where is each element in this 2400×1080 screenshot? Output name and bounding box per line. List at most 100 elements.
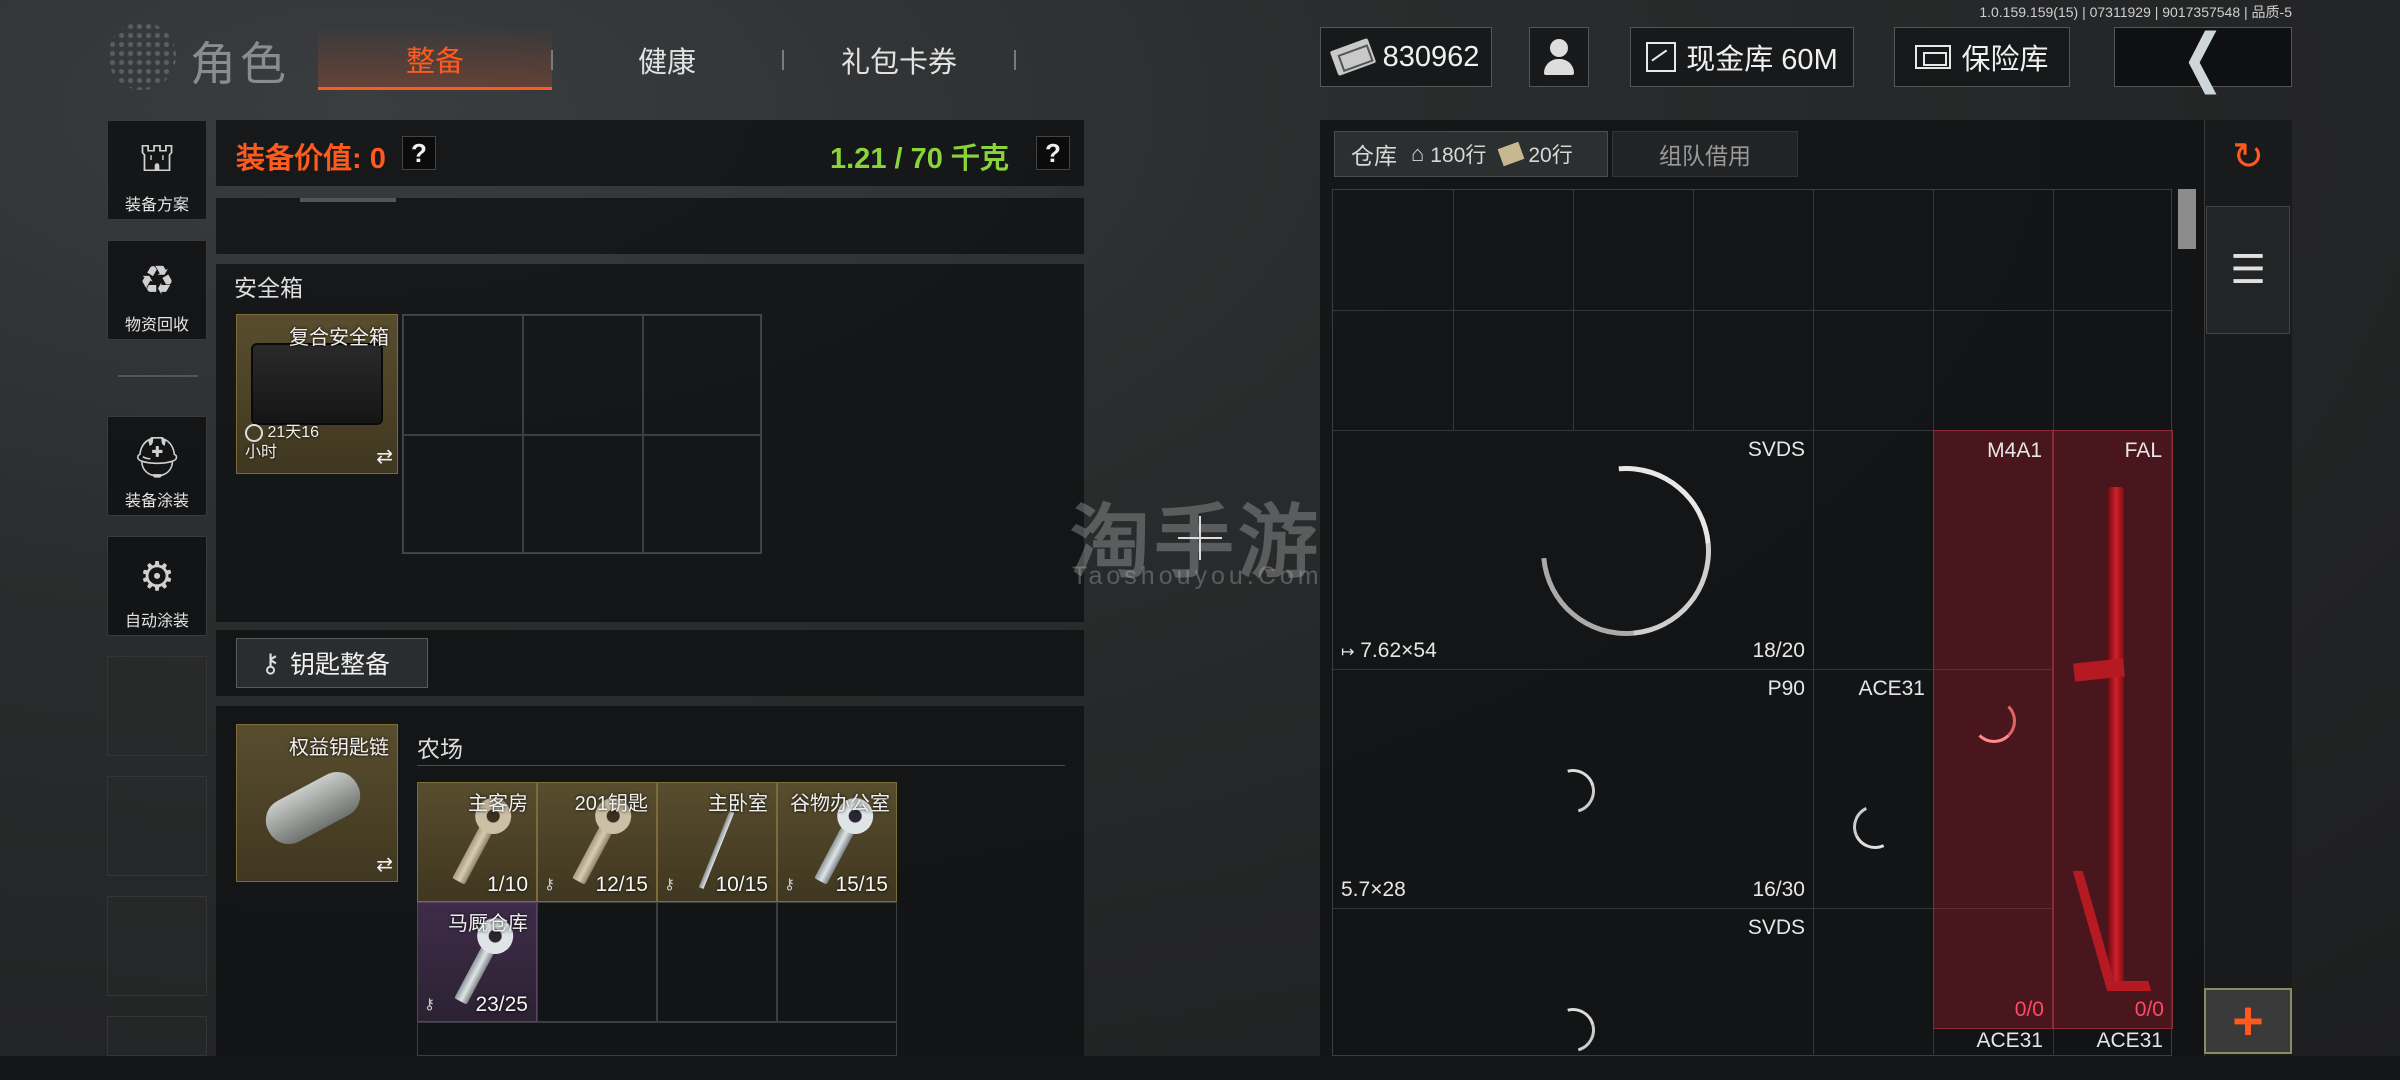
safe-box-icon	[251, 343, 383, 425]
add-button[interactable]: +	[2204, 988, 2292, 1054]
swap-icon[interactable]: ⇄	[376, 852, 393, 877]
grid-slot[interactable]	[403, 435, 523, 553]
key-name: 马厩仓库	[448, 913, 528, 935]
cash-vault-button[interactable]: 现金库 60M	[1630, 27, 1854, 87]
warehouse-item-unavailable[interactable]: FAL 0/0	[2053, 430, 2173, 1029]
key-name: 主客房	[468, 793, 528, 815]
warehouse-item-unavailable[interactable]: M4A1 0/0	[1933, 430, 2053, 1029]
grid-slot[interactable]	[777, 902, 897, 1022]
warehouse-item[interactable]: ACE31	[2053, 1029, 2173, 1057]
weapon-name: ACE31	[1976, 1029, 2043, 1052]
item-name: 权益钥匙链	[289, 737, 389, 759]
key-loadout-button[interactable]: ⚷ 钥匙整备	[236, 638, 428, 688]
grid-slot[interactable]	[523, 315, 643, 435]
sidebar-item-auto-paint[interactable]: ⚙ 自动涂装	[107, 536, 207, 636]
key-item[interactable]: 201钥匙 ⚷ 12/15	[537, 782, 657, 902]
sidebar-item-loadout-plans[interactable]: ⛫ 装备方案	[107, 120, 207, 220]
grid-slot[interactable]	[537, 902, 657, 1022]
stack-refresh-icon[interactable]: ↻	[2222, 130, 2274, 182]
weight-help-button[interactable]: ?	[1036, 136, 1070, 170]
sidebar-item-skins[interactable]: ⛑ 装备涂装	[107, 416, 207, 516]
tab-gift-coupons[interactable]: 礼包卡券	[790, 30, 1008, 90]
ticket-rows: 20行	[1528, 144, 1573, 167]
value-help-button[interactable]: ?	[402, 136, 436, 170]
ticket-icon	[1497, 141, 1525, 167]
grid-slot[interactable]	[403, 315, 523, 435]
agent-button[interactable]	[1529, 27, 1589, 87]
key-item[interactable]: 主卧室 ⚷ 10/15	[657, 782, 777, 902]
sidebar-divider	[118, 375, 198, 377]
key-item[interactable]: 马厩仓库 ⚷ 23/25	[417, 902, 537, 1022]
sort-layers-button[interactable]: ☰	[2206, 206, 2290, 334]
warehouse-item[interactable]: ACE31	[1933, 1029, 2053, 1057]
tab-health[interactable]: 健康	[560, 30, 774, 90]
weapon-name: M4A1	[1987, 439, 2042, 462]
key-loadout-label: 钥匙整备	[290, 651, 391, 679]
loading-spinner	[1542, 999, 1604, 1061]
safe-vault-label: 保险库	[1961, 44, 2049, 76]
swap-icon[interactable]: ⇄	[376, 444, 393, 469]
ammo-caliber-text: 7.62×54	[1360, 639, 1437, 662]
grid-slot[interactable]	[643, 435, 761, 553]
key-item[interactable]: 主客房 1/10	[417, 782, 537, 902]
scroll-indicator	[300, 198, 396, 202]
tab-team-borrow[interactable]: 组队借用	[1612, 131, 1798, 177]
grid-slot[interactable]	[657, 902, 777, 1022]
crosshair-icon	[1178, 516, 1222, 560]
home-rows: 180行	[1430, 144, 1487, 167]
back-arrow-icon: ❮	[2181, 21, 2225, 93]
warehouse-item[interactable]: ACE31	[1813, 669, 1933, 908]
ammo-export-icon: ↦	[1341, 644, 1355, 661]
loading-spinner	[1972, 699, 2016, 743]
grid-slot[interactable]	[643, 315, 761, 435]
sidebar-item-recycle[interactable]: ♻ 物资回收	[107, 240, 207, 340]
rifle-stock-icon	[2072, 871, 2152, 991]
safe-box-grid	[402, 314, 762, 554]
grid-line	[1333, 310, 2173, 311]
tab-divider	[1014, 50, 1016, 70]
key-uses: 10/15	[715, 873, 768, 896]
grid-slot	[417, 1022, 897, 1056]
warehouse-item[interactable]: SVDS	[1333, 908, 1813, 1061]
tab-warehouse[interactable]: 仓库 ⌂ 180行 20行	[1334, 131, 1608, 177]
ammo-caliber: 5.7×28	[1341, 878, 1406, 901]
area-divider	[417, 765, 1065, 766]
loading-spinner	[1506, 431, 1746, 671]
sidebar-item-label: 自动涂装	[124, 613, 189, 630]
safe-box-item[interactable]: 复合安全箱 21天16小时 ⇄	[236, 314, 398, 474]
back-button[interactable]: ❮	[2114, 21, 2292, 93]
key-uses: 1/10	[487, 873, 528, 896]
weapon-name: SVDS	[1747, 916, 1805, 939]
currency-amount: 830962	[1382, 40, 1480, 73]
sidebar-item-label: 物资回收	[124, 317, 189, 334]
key-item[interactable]: 谷物办公室 ⚷ 15/15	[777, 782, 897, 902]
warehouse-item[interactable]: SVDS ↦ 7.62×54 18/20	[1333, 430, 1813, 671]
weapon-name: FAL	[2124, 439, 2162, 462]
cash-vault-label: 现金库 60M	[1686, 44, 1838, 76]
grid-slot[interactable]	[523, 435, 643, 553]
warehouse-item[interactable]: P90 5.7×28 16/30	[1333, 669, 1813, 908]
recycle-icon: ♻	[139, 259, 175, 303]
brush-gear-icon: ⚙	[139, 555, 175, 599]
sidebar-slot-empty	[107, 896, 207, 996]
equipment-value: 装备价值: 0	[236, 143, 386, 175]
cash-vault-icon	[1646, 42, 1677, 72]
warehouse-scrollbar[interactable]	[2178, 189, 2196, 249]
farm-area-label: 农场	[417, 736, 463, 762]
page-title: 角色	[190, 38, 290, 90]
sidebar-item-label: 装备方案	[124, 197, 189, 214]
key-name: 谷物办公室	[790, 793, 890, 815]
home-icon: ⌂	[1411, 141, 1425, 166]
helmet-grid-icon: ⛫	[138, 136, 176, 180]
loading-spinner	[1542, 760, 1604, 822]
key-uses: 23/25	[475, 993, 528, 1016]
carry-weight: 1.21 / 70 千克	[830, 143, 1009, 175]
currency-display[interactable]: 830962	[1320, 27, 1492, 87]
weapon-name: ACE31	[2096, 1029, 2163, 1052]
weapon-name: SVDS	[1747, 438, 1805, 461]
safe-vault-button[interactable]: 保险库	[1894, 27, 2070, 87]
key-grid: 主客房 1/10 201钥匙 ⚷ 12/15 主卧室 ⚷ 10/15 谷物办公室…	[417, 782, 897, 1056]
tab-loadout[interactable]: 整备	[318, 30, 552, 90]
key-chain-item[interactable]: 权益钥匙链 ⇄	[236, 724, 398, 882]
key-tag-icon: ⚷	[544, 876, 555, 893]
